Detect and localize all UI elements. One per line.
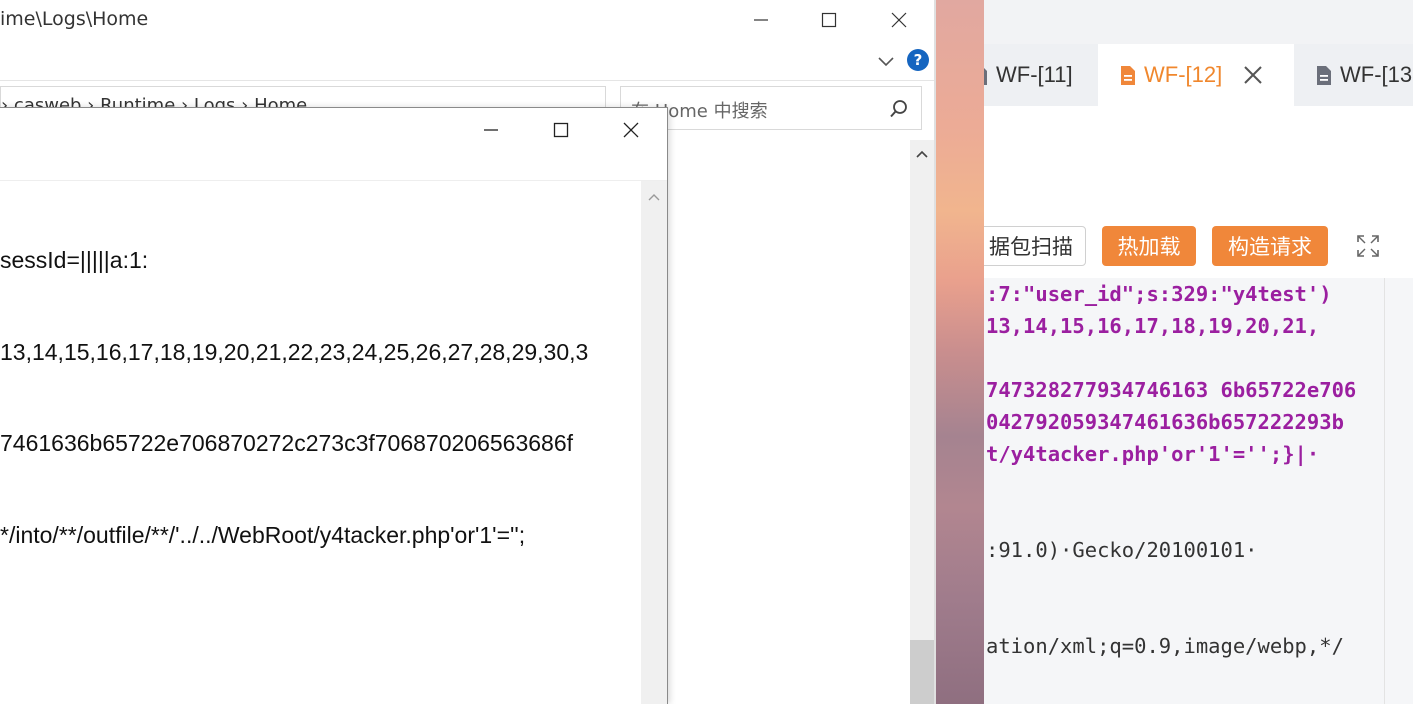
fullscreen-icon[interactable]	[1356, 234, 1380, 258]
maximize-button[interactable]	[806, 0, 852, 40]
notepad-minimize-button[interactable]	[468, 110, 514, 150]
request-editor[interactable]: :7:"user_id";s:329:"y4test') 13,14,15,16…	[984, 278, 1384, 704]
notepad-scrollbar[interactable]	[641, 181, 667, 704]
tab-wf-12[interactable]: WF-[12]	[1098, 44, 1294, 106]
tab-label: WF-[12]	[1144, 62, 1223, 87]
search-icon[interactable]	[889, 99, 909, 119]
code-line: 13,14,15,16,17,18,19,20,21,	[986, 314, 1320, 338]
minimize-icon	[484, 129, 498, 131]
file-icon	[1317, 65, 1331, 85]
ribbon-divider	[0, 80, 936, 81]
code-line: t/y4tacker.php'or'1'='';}|·	[986, 442, 1320, 466]
code-line: ation/xml;q=0.9,image/webp,*/	[986, 634, 1344, 658]
tool-window: WF-[11] WF-[12] WF-[13 据包扫描 热加载 构造请求 :7:…	[984, 0, 1413, 704]
scrollbar-thumb[interactable]	[910, 640, 934, 704]
code-line: 747328277934746163 6b65722e706	[986, 378, 1357, 402]
tab-wf-13[interactable]: WF-[13	[1316, 44, 1412, 106]
notepad-maximize-button[interactable]	[538, 110, 584, 150]
minimize-button[interactable]	[738, 0, 784, 40]
maximize-icon	[821, 12, 837, 28]
tab-label: WF-[11]	[996, 62, 1073, 87]
file-icon	[984, 67, 987, 85]
tab-label: WF-[13	[1340, 62, 1413, 87]
minimize-icon	[754, 19, 768, 21]
close-button[interactable]	[876, 0, 922, 40]
text-line: 7461636b65722e706870272c273c3f7068702065…	[0, 430, 574, 456]
editor-scrollbar[interactable]	[1384, 278, 1413, 704]
explorer-title: ime\Logs\Home	[0, 8, 149, 30]
code-line: :91.0)·Gecko/20100101·	[986, 538, 1258, 562]
packet-scan-button[interactable]: 据包扫描	[984, 226, 1086, 266]
chevron-down-icon[interactable]	[874, 50, 898, 72]
hot-load-button[interactable]: 热加载	[1102, 226, 1196, 266]
notepad-close-button[interactable]	[608, 110, 654, 150]
desktop-wallpaper	[936, 0, 984, 704]
text-line: */into/**/outfile/**/'../../WebRoot/y4ta…	[0, 521, 526, 548]
maximize-icon	[553, 122, 569, 138]
tool-topbar	[984, 0, 1413, 44]
help-icon[interactable]: ?	[907, 49, 929, 71]
notepad-window: sessId=|||||a:1: 13,14,15,16,17,18,19,20…	[0, 107, 668, 704]
code-line: :7:"user_id";s:329:"y4test')	[986, 282, 1332, 306]
scroll-up-arrow-icon[interactable]	[910, 144, 934, 164]
construct-request-button[interactable]: 构造请求	[1212, 226, 1328, 266]
menu-divider	[0, 180, 667, 181]
vertical-scrollbar[interactable]	[910, 140, 934, 704]
notepad-text-area[interactable]: sessId=|||||a:1: 13,14,15,16,17,18,19,20…	[0, 184, 640, 611]
request-toolbar: 据包扫描 热加载 构造请求	[984, 216, 1413, 279]
text-line: sessId=|||||a:1:	[0, 247, 149, 273]
close-icon[interactable]	[1242, 64, 1264, 86]
close-icon	[891, 12, 907, 28]
file-icon	[1121, 65, 1135, 85]
tab-bar: WF-[11] WF-[12] WF-[13	[984, 44, 1413, 106]
code-line: 042792059347461636b657222293b	[986, 410, 1344, 434]
text-line: 13,14,15,16,17,18,19,20,21,22,23,24,25,2…	[0, 338, 589, 365]
tab-wf-11[interactable]: WF-[11]	[984, 44, 1073, 106]
close-icon	[623, 122, 639, 138]
scroll-up-arrow-icon[interactable]	[641, 187, 667, 207]
notepad-titlebar	[0, 108, 667, 154]
